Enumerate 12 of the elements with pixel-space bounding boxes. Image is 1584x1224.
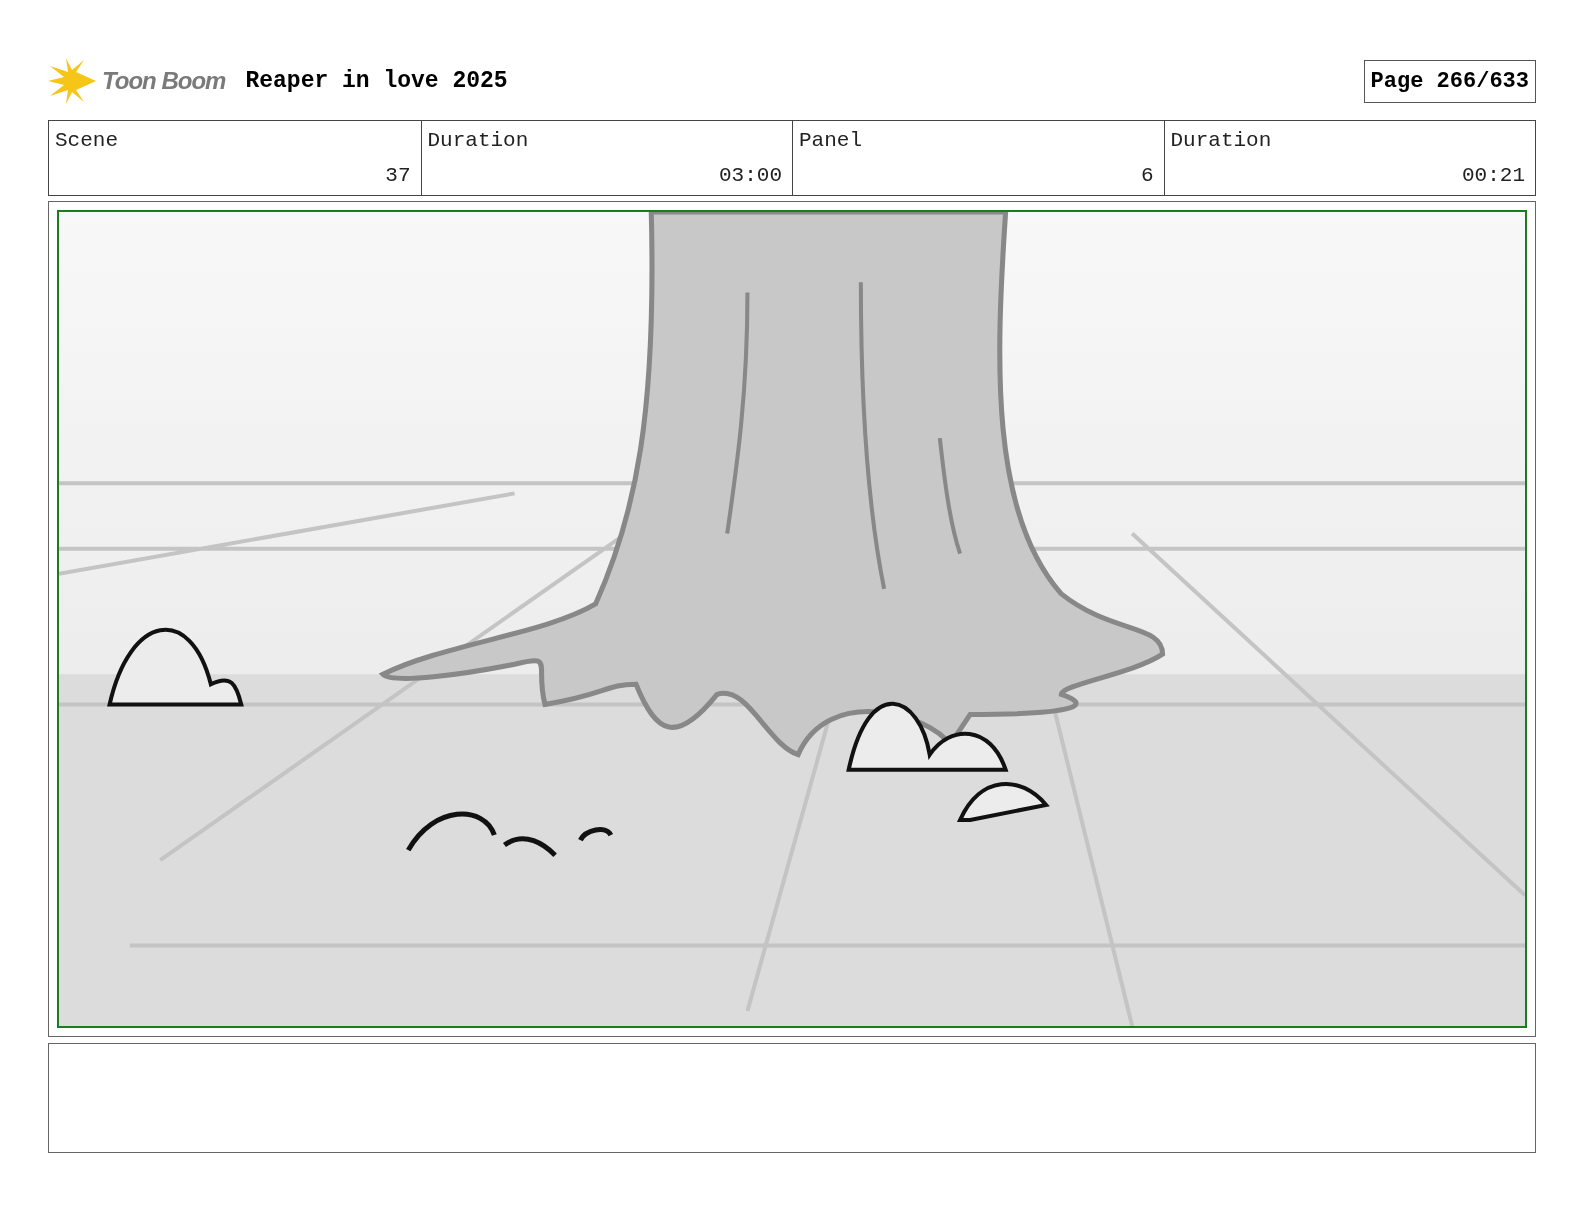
column-header: Panel (799, 128, 862, 154)
document-title: Reaper in love 2025 (245, 66, 508, 96)
table-cell-text: 00:21 (1462, 162, 1525, 189)
table-cell-text: 6 (1140, 162, 1154, 189)
page-number: Page 266/633 (1363, 59, 1536, 103)
table-cell-text: 37 (385, 162, 411, 189)
table-cell-text: 03:00 (719, 162, 782, 189)
column-header: Duration (1170, 128, 1272, 154)
column-header: Scene (55, 128, 118, 154)
logo-text: Toon Boom (102, 66, 226, 96)
starburst-logo-icon (48, 58, 98, 104)
column-header: Duration (427, 128, 529, 154)
